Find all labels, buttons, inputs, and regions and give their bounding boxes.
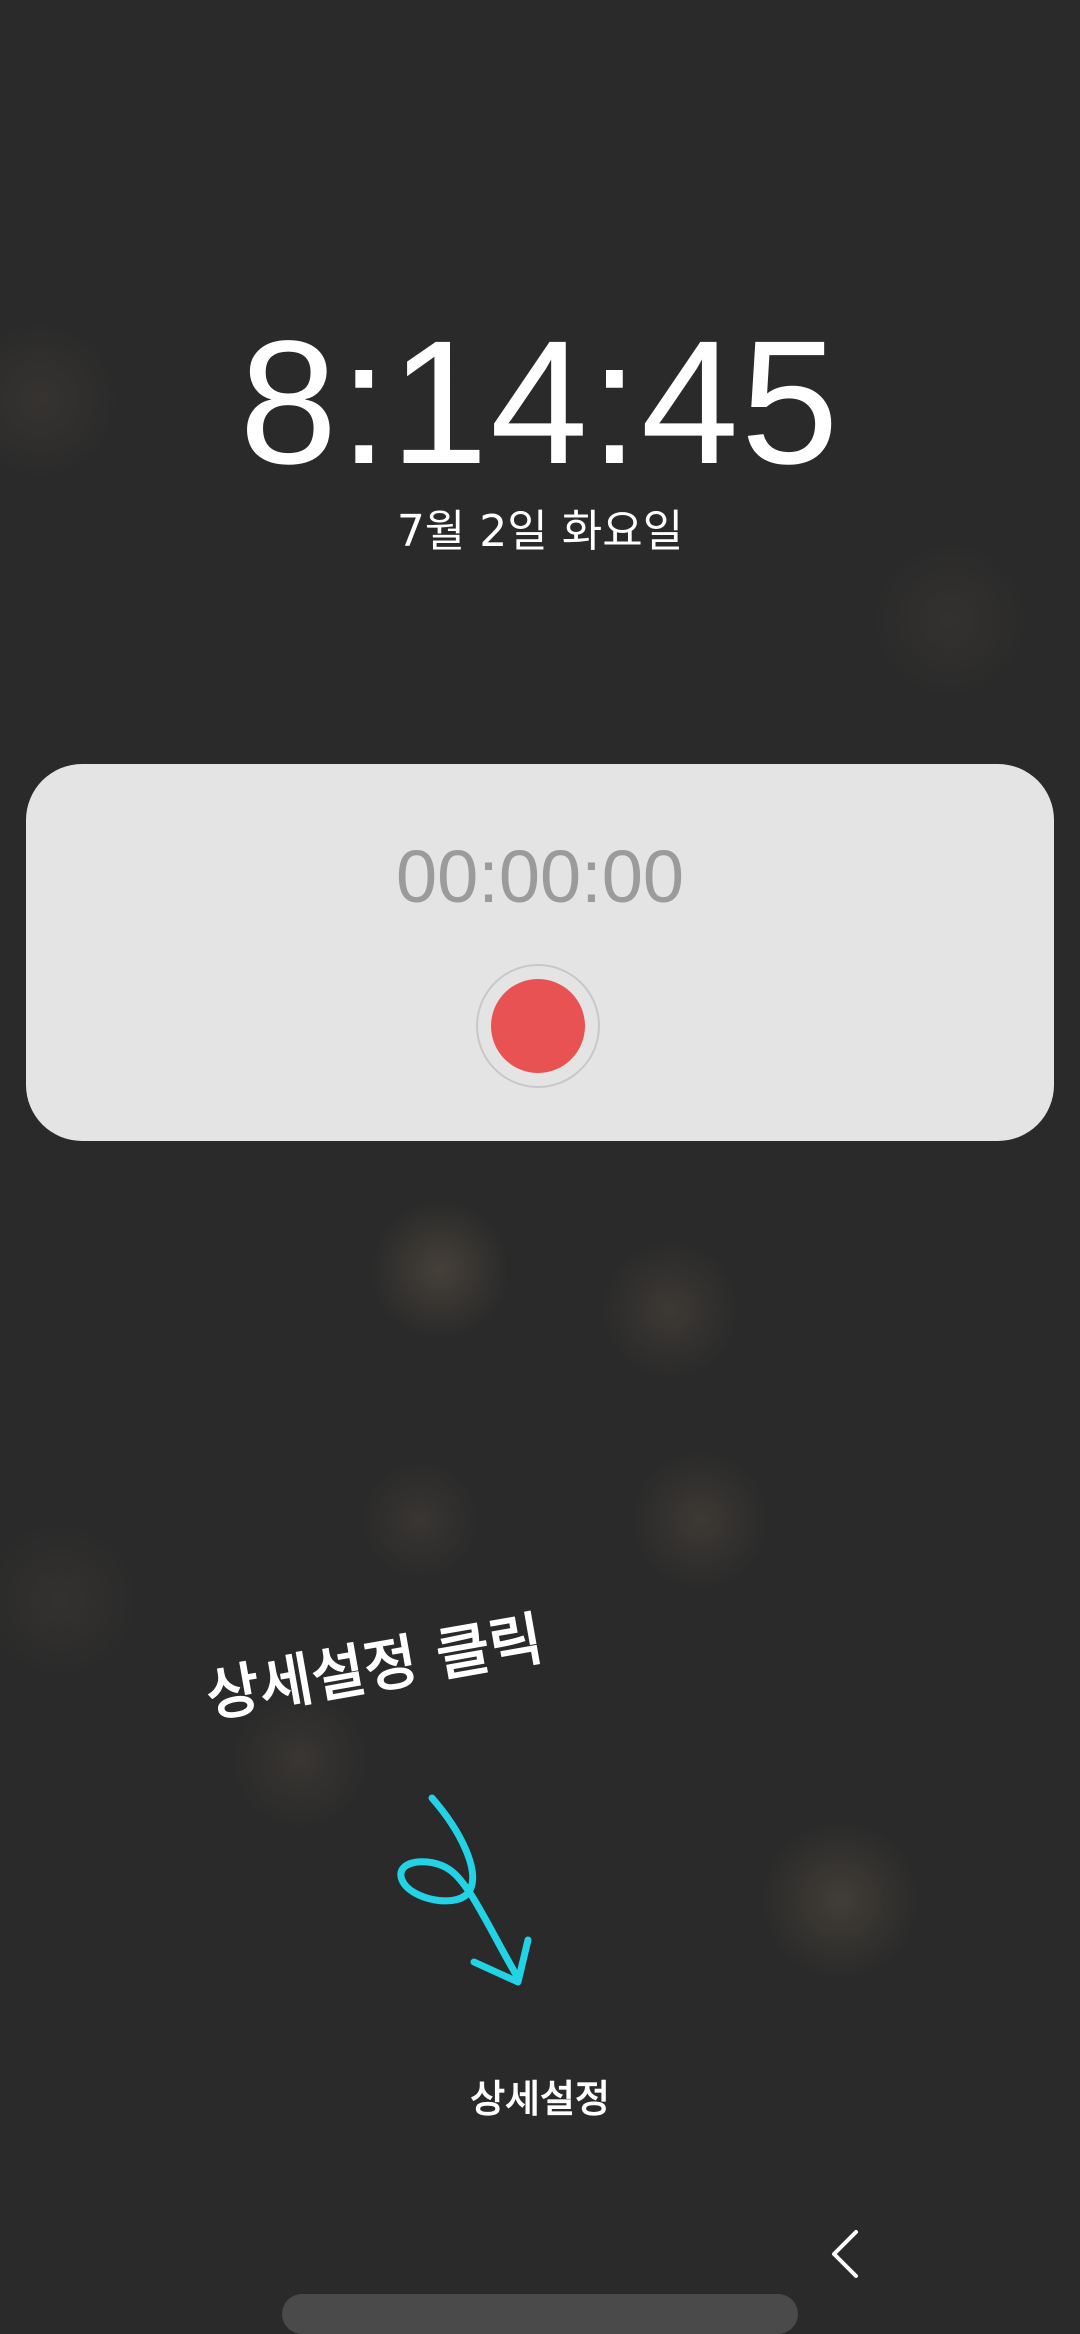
navigation-handle-bar[interactable] — [282, 2294, 798, 2334]
lockscreen-clock: 8:14:45 — [239, 305, 841, 501]
back-chevron-icon[interactable] — [824, 2226, 868, 2282]
record-button[interactable] — [476, 964, 600, 1088]
recording-timer: 00:00:00 — [395, 835, 685, 918]
lockscreen-date: 7월 2일 화요일 — [396, 506, 684, 557]
voice-recorder-widget: 00:00:00 — [26, 764, 1054, 1141]
record-dot-icon — [491, 979, 585, 1073]
annotation-arrow-icon — [397, 1794, 532, 1986]
detailed-settings-button[interactable]: 상세설정 — [0, 2068, 1080, 2123]
